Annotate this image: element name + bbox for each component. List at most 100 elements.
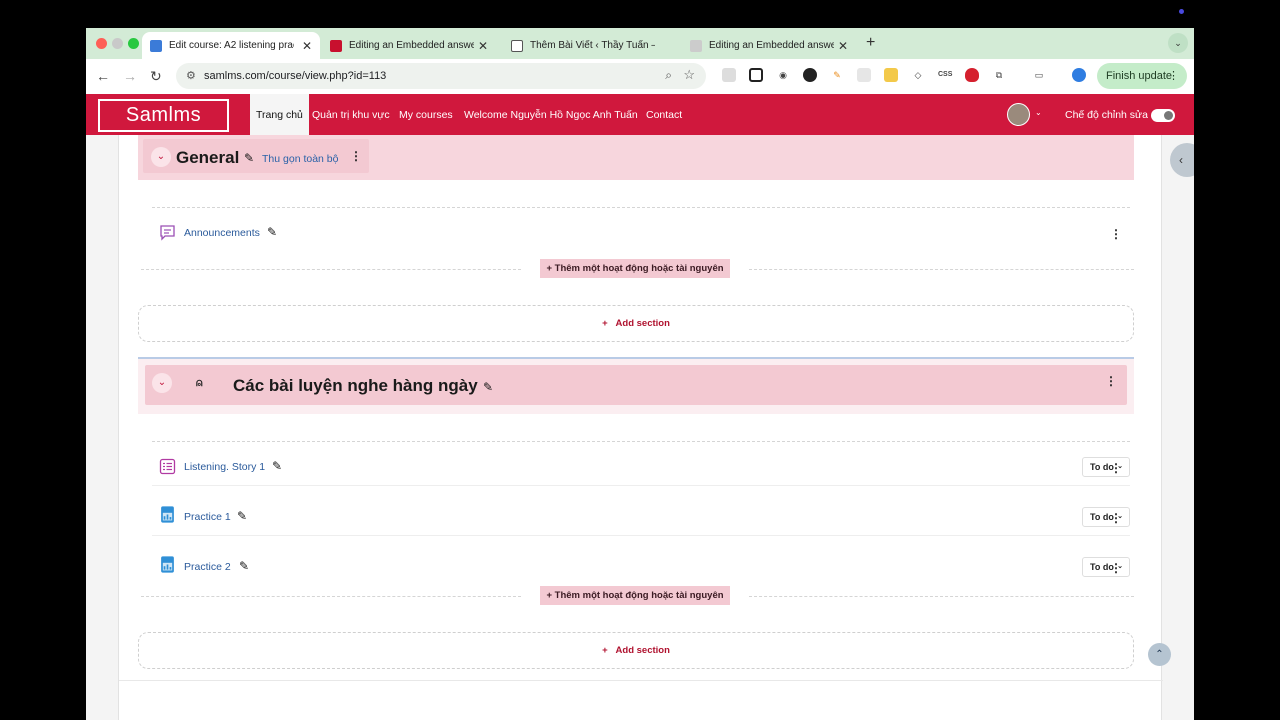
tab-editing-embedded-answer-2[interactable]: Editing an Embedded answer ✕	[682, 32, 856, 59]
page-body: ⌄ General ✎ Thu gọn toàn bộ ⋮ Announceme…	[86, 135, 1194, 720]
completion-dropdown[interactable]: To do ⌄	[1082, 457, 1130, 477]
address-toolbar: ← → ↻ ⚙ samlms.com/course/view.php?id=11…	[86, 59, 1194, 94]
add-activity-label: Thêm một hoạt động hoặc tài nguyên	[554, 590, 724, 601]
completion-dropdown[interactable]: To do ⌄	[1082, 557, 1130, 577]
site-info-icon[interactable]: ⚙	[186, 69, 196, 82]
add-section-button[interactable]: + Add section	[138, 632, 1134, 669]
back-arrow-icon[interactable]: ←	[96, 68, 110, 84]
close-tab-icon[interactable]: ✕	[478, 39, 488, 53]
finish-update-label: Finish update	[1106, 70, 1173, 82]
activity-announcements-link[interactable]: Announcements	[184, 227, 260, 239]
nav-home[interactable]: Trang chủ	[250, 94, 309, 135]
tab-them-bai-viet[interactable]: Thêm Bài Viết ‹ Thầy Tuấn —	[503, 32, 675, 59]
shield-red-extension-icon[interactable]	[965, 68, 979, 82]
highlight-marker-icon: ⍝	[196, 377, 203, 389]
nav-my-courses[interactable]: My courses	[399, 109, 453, 121]
edit-pencil-icon[interactable]: ✎	[239, 559, 249, 573]
nav-site-admin[interactable]: Quản trị khu vực	[312, 109, 390, 121]
section-menu-kebab-icon[interactable]: ⋮	[350, 149, 362, 163]
collapse-all-link[interactable]: Thu gọn toàn bộ	[262, 153, 338, 165]
forward-arrow-icon[interactable]: →	[123, 68, 137, 84]
add-activity-button[interactable]: + Thêm một hoạt động hoặc tài nguyên	[540, 586, 730, 605]
edit-pencil-icon[interactable]: ✎	[237, 509, 247, 523]
completion-dropdown[interactable]: To do ⌄	[1082, 507, 1130, 527]
cast-icon[interactable]: ▭	[1032, 68, 1046, 82]
add-activity-label: Thêm một hoạt động hoặc tài nguyên	[554, 263, 724, 274]
back-to-top-chevron-up-icon[interactable]: ⌃	[1148, 643, 1171, 666]
tab-strip: Edit course: A2 listening prac ✕ Editing…	[86, 28, 1194, 59]
divider	[141, 596, 521, 597]
user-avatar[interactable]	[1007, 103, 1030, 126]
chevron-down-icon[interactable]: ⌄	[1035, 108, 1042, 117]
activity-menu-kebab-icon[interactable]: ⋮	[1110, 227, 1122, 241]
open-drawer-chevron-left-icon[interactable]: ‹	[1170, 143, 1194, 177]
divider	[749, 596, 1134, 597]
maximize-window-button[interactable]	[128, 38, 139, 49]
divider	[152, 441, 1130, 442]
divider	[152, 207, 1130, 208]
collapse-section-chevron-icon[interactable]: ⌄	[152, 373, 172, 393]
profile-avatar-icon[interactable]	[1072, 68, 1086, 82]
section-menu-kebab-icon[interactable]: ⋮	[1105, 374, 1117, 388]
close-tab-icon[interactable]: ✕	[302, 39, 312, 53]
extension-icon[interactable]	[884, 68, 898, 82]
address-bar[interactable]: ⚙ samlms.com/course/view.php?id=113 ⌕ ☆	[176, 63, 706, 89]
add-activity-button[interactable]: + Thêm một hoạt động hoặc tài nguyên	[540, 259, 730, 278]
extension-icon[interactable]	[803, 68, 817, 82]
tab-editing-embedded-answer[interactable]: Editing an Embedded answer ✕	[322, 32, 496, 59]
activity-practice-2-link[interactable]: Practice 2	[184, 561, 231, 573]
edit-pencil-icon[interactable]: ✎	[244, 151, 254, 165]
edit-mode-label: Chế độ chỉnh sửa	[1065, 109, 1148, 121]
extension-icon[interactable]	[722, 68, 736, 82]
activity-menu-kebab-icon[interactable]: ⋮	[1110, 461, 1122, 475]
quiz-icon	[161, 506, 174, 523]
nav-welcome[interactable]: Welcome Nguyễn Hồ Ngọc Anh Tuấn	[464, 109, 638, 121]
bookmark-star-icon[interactable]: ☆	[683, 67, 695, 83]
url-text: samlms.com/course/view.php?id=113	[204, 70, 387, 82]
activity-menu-kebab-icon[interactable]: ⋮	[1110, 561, 1122, 575]
extension-icon[interactable]	[749, 68, 763, 82]
finish-update-button[interactable]: Finish update ⋮	[1097, 63, 1187, 89]
extension-icon[interactable]	[857, 68, 871, 82]
tab-edit-course[interactable]: Edit course: A2 listening prac ✕	[142, 32, 320, 59]
camera-extension-icon[interactable]: ◉	[776, 68, 790, 82]
activity-menu-kebab-icon[interactable]: ⋮	[1110, 511, 1122, 525]
site-logo[interactable]: Samlms	[98, 99, 229, 132]
course-content: ⌄ General ✎ Thu gọn toàn bộ ⋮ Announceme…	[118, 135, 1163, 720]
site-favicon-icon	[690, 39, 702, 52]
activity-listening-story-1-link[interactable]: Listening. Story 1	[184, 461, 265, 473]
divider	[152, 535, 1130, 536]
reload-icon[interactable]: ↻	[150, 68, 162, 85]
nav-contact[interactable]: Contact	[646, 109, 682, 121]
add-section-button[interactable]: + Add section	[138, 305, 1134, 342]
puzzle-extensions-icon[interactable]: ⧉	[992, 68, 1006, 82]
close-tab-icon[interactable]: ✕	[838, 39, 848, 53]
shield-extension-icon[interactable]: ◇	[911, 68, 925, 82]
edit-pencil-icon[interactable]: ✎	[483, 380, 493, 394]
forum-icon	[160, 225, 175, 241]
tab-title: Edit course: A2 listening prac	[169, 40, 294, 51]
site-favicon-icon	[330, 39, 342, 52]
css-extension-icon[interactable]: CSS	[938, 68, 952, 82]
edit-pencil-icon[interactable]: ✎	[267, 225, 277, 239]
minimize-window-button[interactable]	[112, 38, 123, 49]
tab-title: Editing an Embedded answer	[349, 40, 474, 51]
plus-icon: +	[602, 318, 616, 329]
activity-practice-1-link[interactable]: Practice 1	[184, 511, 231, 523]
more-vert-icon: ⋮	[1168, 70, 1179, 82]
collapse-section-chevron-icon[interactable]: ⌄	[151, 147, 171, 167]
pencil-extension-icon[interactable]: ✎	[830, 68, 844, 82]
divider	[152, 485, 1130, 486]
tab-title: Thêm Bài Viết ‹ Thầy Tuấn —	[530, 40, 655, 51]
close-window-button[interactable]	[96, 38, 107, 49]
zoom-icon[interactable]: ⌕	[665, 68, 672, 83]
new-tab-button[interactable]: +	[866, 34, 875, 52]
plus-icon: +	[546, 590, 555, 601]
edit-pencil-icon[interactable]: ✎	[272, 459, 282, 473]
add-section-label: Add section	[615, 318, 670, 329]
tab-search-chevron-icon[interactable]: ⌄	[1168, 33, 1188, 53]
edit-mode-toggle[interactable]	[1151, 109, 1175, 122]
site-favicon-icon	[150, 39, 162, 52]
tab-title: Editing an Embedded answer	[709, 40, 834, 51]
divider	[749, 269, 1134, 270]
